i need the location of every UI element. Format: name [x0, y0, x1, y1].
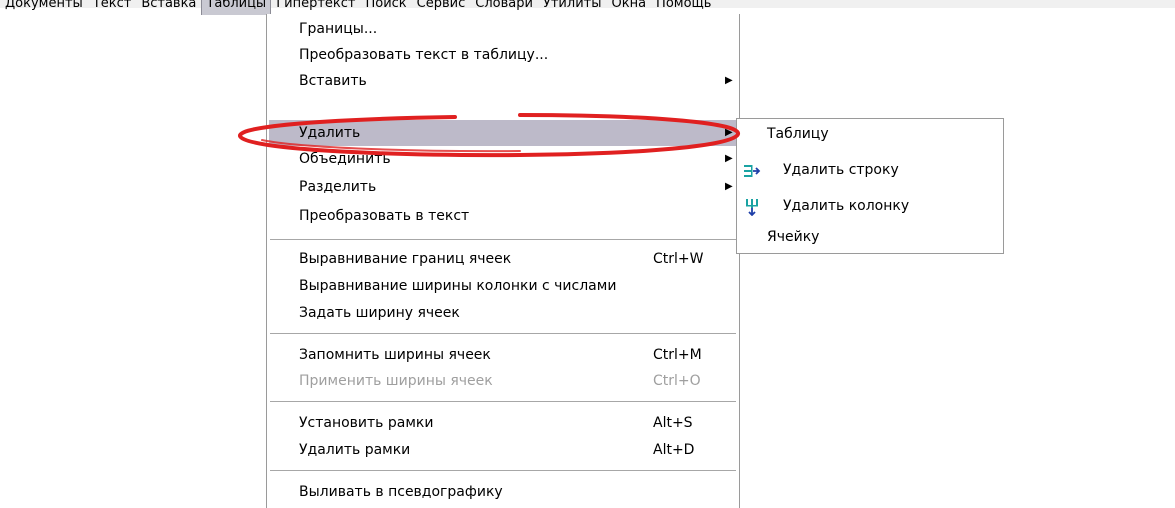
submenu-item-label: Удалить колонку [783, 198, 910, 214]
menu-item-pseudographics[interactable]: Выливать в псевдографику [269, 479, 737, 505]
delete-column-icon [746, 199, 758, 216]
menu-item-label: Преобразовать текст в таблицу... [299, 47, 549, 63]
menu-item-split[interactable]: Разделить ▶ [269, 174, 737, 200]
submenu-item-label: Ячейку [767, 229, 820, 245]
menu-windows[interactable]: Окна [606, 0, 651, 15]
delete-row-icon [744, 165, 761, 177]
menu-item-set-frames[interactable]: Установить рамки Alt+S [269, 410, 737, 436]
menu-item-label: Применить ширины ячеек [299, 373, 493, 389]
delete-submenu: Таблицу Удалить строку Удалить колонку Я… [736, 118, 1004, 254]
menu-item-merge[interactable]: Объединить ▶ [269, 146, 737, 172]
menu-item-label: Выливать в псевдографику [299, 484, 503, 500]
menu-item-label: Разделить [299, 179, 377, 195]
menu-item-label: Задать ширину ячеек [299, 305, 460, 321]
menu-separator [270, 239, 736, 240]
menu-separator [270, 333, 736, 334]
menu-documents[interactable]: Документы [0, 0, 88, 15]
submenu-item-label: Удалить строку [783, 162, 899, 178]
menu-help[interactable]: Помощь [651, 0, 716, 15]
menu-hypertext[interactable]: Гипертекст [271, 0, 360, 15]
menu-item-label: Границы... [299, 21, 378, 37]
menu-item-convert-to-text[interactable]: Преобразовать в текст [269, 203, 737, 229]
menu-text[interactable]: Текст [88, 0, 137, 15]
submenu-arrow-icon: ▶ [725, 75, 733, 86]
menu-item-borders[interactable]: Границы... [269, 16, 737, 42]
menu-item-label: Установить рамки [299, 415, 434, 431]
menu-tables[interactable]: Таблицы [201, 0, 272, 15]
submenu-arrow-icon: ▶ [725, 127, 733, 138]
menu-service[interactable]: Сервис [412, 0, 471, 15]
menu-separator [270, 401, 736, 402]
menu-item-label: Объединить [299, 151, 391, 167]
menu-utilities[interactable]: Утилиты [538, 0, 607, 15]
menu-item-text-to-table[interactable]: Преобразовать текст в таблицу... [269, 42, 737, 68]
menu-item-align-number-columns[interactable]: Выравнивание ширины колонки с числами [269, 273, 737, 299]
menu-item-label: Выравнивание границ ячеек [299, 251, 512, 267]
submenu-item-table[interactable]: Таблицу [737, 119, 1003, 149]
shortcut-label: Ctrl+O [653, 373, 701, 389]
shortcut-label: Alt+D [653, 442, 695, 458]
menu-item-delete[interactable]: Удалить ▶ [269, 120, 737, 146]
menu-search[interactable]: Поиск [360, 0, 411, 15]
menu-item-remember-widths[interactable]: Запомнить ширины ячеек Ctrl+M [269, 342, 737, 368]
menu-insert[interactable]: Вставка [136, 0, 201, 15]
menu-item-apply-widths: Применить ширины ячеек Ctrl+O [269, 368, 737, 394]
menu-item-label: Запомнить ширины ячеек [299, 347, 491, 363]
menu-item-label: Удалить рамки [299, 442, 411, 458]
submenu-item-delete-column[interactable]: Удалить колонку [737, 191, 1003, 221]
menu-item-label: Преобразовать в текст [299, 208, 470, 224]
shortcut-label: Alt+S [653, 415, 693, 431]
menu-item-set-cell-width[interactable]: Задать ширину ячеек [269, 300, 737, 326]
shortcut-label: Ctrl+W [653, 251, 704, 267]
submenu-item-label: Таблицу [767, 126, 829, 142]
menu-separator [270, 470, 736, 471]
menu-bar: Документы Текст Вставка Таблицы Гипертек… [0, 0, 1175, 15]
submenu-item-cell[interactable]: Ячейку [737, 222, 1003, 252]
menu-item-label: Удалить [299, 125, 361, 141]
submenu-item-delete-row[interactable]: Удалить строку [737, 155, 1003, 185]
menu-dictionaries[interactable]: Словари [470, 0, 538, 15]
menu-bar-items: Документы Текст Вставка Таблицы Гипертек… [0, 0, 716, 15]
tables-dropdown-menu: Границы... Преобразовать текст в таблицу… [266, 14, 740, 508]
menu-item-label: Выравнивание ширины колонки с числами [299, 278, 617, 294]
menu-item-insert[interactable]: Вставить ▶ [269, 68, 737, 94]
submenu-arrow-icon: ▶ [725, 153, 733, 164]
menu-item-remove-frames[interactable]: Удалить рамки Alt+D [269, 437, 737, 463]
menu-item-label: Вставить [299, 73, 367, 89]
menu-item-align-cell-borders[interactable]: Выравнивание границ ячеек Ctrl+W [269, 246, 737, 272]
submenu-arrow-icon: ▶ [725, 181, 733, 192]
shortcut-label: Ctrl+M [653, 347, 702, 363]
